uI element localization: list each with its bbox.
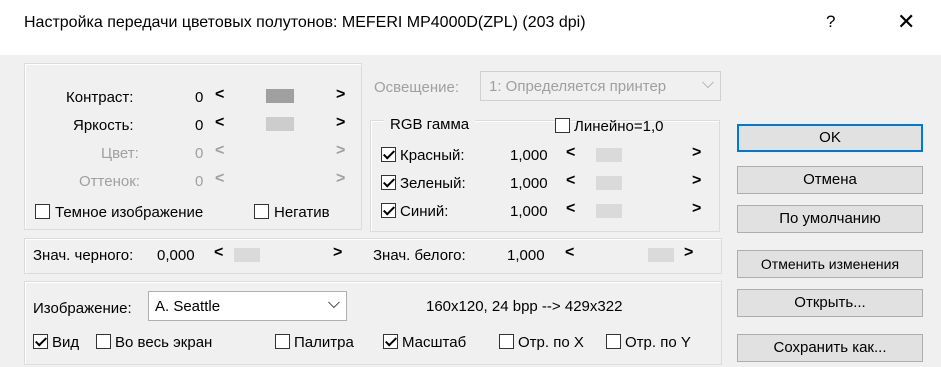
image-select[interactable]: A. Seattle ⌵ xyxy=(148,291,347,321)
hue-label: Оттенок: xyxy=(79,173,140,190)
contrast-label: Контраст: xyxy=(66,89,134,106)
white-level-value: 1,000 xyxy=(507,247,545,264)
brightness-right-arrow[interactable]: > xyxy=(336,114,345,132)
image-info: 160x120, 24 bpp --> 429x322 xyxy=(426,298,623,315)
green-label: Зеленый: xyxy=(400,175,466,192)
red-left-arrow[interactable]: < xyxy=(566,144,575,162)
image-label: Изображение: xyxy=(33,300,132,317)
illumination-value: 1: Определяется принтер xyxy=(489,78,667,95)
white-level-slider-thumb[interactable] xyxy=(648,248,674,262)
black-level-slider-thumb[interactable] xyxy=(234,248,260,262)
undo-changes-button[interactable]: Отменить изменения xyxy=(737,250,923,278)
red-checkbox[interactable] xyxy=(381,147,396,162)
contrast-value: 0 xyxy=(195,89,204,106)
white-level-right-arrow[interactable]: > xyxy=(684,244,693,262)
contrast-right-arrow[interactable]: > xyxy=(336,86,345,104)
flip-x-label: Отр. по X xyxy=(518,334,584,351)
blue-checkbox[interactable] xyxy=(381,203,396,218)
negative-label: Негатив xyxy=(274,204,330,221)
green-right-arrow[interactable]: > xyxy=(692,172,701,190)
cancel-button[interactable]: Отмена xyxy=(737,166,923,194)
negative-checkbox[interactable] xyxy=(254,204,269,219)
palette-label: Палитра xyxy=(294,334,354,351)
red-label: Красный: xyxy=(400,147,465,164)
dark-image-checkbox[interactable] xyxy=(35,204,50,219)
save-as-button[interactable]: Сохранить как... xyxy=(737,334,923,362)
palette-checkbox[interactable] xyxy=(275,334,290,349)
image-group xyxy=(24,281,722,365)
scale-label: Масштаб xyxy=(402,334,467,351)
black-level-value: 0,000 xyxy=(157,247,195,264)
blue-label: Синий: xyxy=(400,203,449,220)
brightness-label: Яркость: xyxy=(73,117,134,134)
default-button[interactable]: По умолчанию xyxy=(737,205,923,233)
illumination-label: Освещение: xyxy=(374,79,459,96)
flip-y-label: Отр. по Y xyxy=(625,334,691,351)
image-selected-value: A. Seattle xyxy=(155,298,221,315)
white-level-left-arrow[interactable]: < xyxy=(565,244,574,262)
window-title: Настройка передачи цветовых полутонов: M… xyxy=(24,14,586,31)
black-level-left-arrow[interactable]: < xyxy=(214,244,223,262)
black-level-label: Знач. черного: xyxy=(33,247,134,264)
dark-image-label: Темное изображение xyxy=(55,204,204,221)
green-checkbox[interactable] xyxy=(381,175,396,190)
blue-slider-thumb[interactable] xyxy=(596,204,622,218)
brightness-left-arrow[interactable]: < xyxy=(215,114,224,132)
view-checkbox[interactable] xyxy=(33,334,48,349)
green-slider-thumb[interactable] xyxy=(596,176,622,190)
help-button[interactable]: ? xyxy=(826,12,835,32)
brightness-value: 0 xyxy=(195,117,204,134)
hue-left-arrow[interactable]: < xyxy=(215,170,224,188)
ok-button[interactable]: OK xyxy=(737,124,923,152)
linear-checkbox[interactable] xyxy=(555,118,570,133)
chevron-down-icon: ⌵ xyxy=(701,75,714,92)
fullscreen-label: Во весь экран xyxy=(115,334,213,351)
view-label: Вид xyxy=(52,334,80,351)
close-button[interactable]: ✕ xyxy=(897,9,915,35)
contrast-slider-thumb[interactable] xyxy=(266,89,294,103)
black-level-right-arrow[interactable]: > xyxy=(333,244,342,262)
red-right-arrow[interactable]: > xyxy=(692,144,701,162)
color-left-arrow[interactable]: < xyxy=(215,142,224,160)
flip-y-checkbox[interactable] xyxy=(606,334,621,349)
open-button[interactable]: Открыть... xyxy=(737,289,923,317)
white-level-label: Знач. белого: xyxy=(373,247,466,264)
red-slider-thumb[interactable] xyxy=(596,148,622,162)
color-label: Цвет: xyxy=(101,145,139,162)
blue-left-arrow[interactable]: < xyxy=(566,200,575,218)
blue-right-arrow[interactable]: > xyxy=(692,200,701,218)
green-left-arrow[interactable]: < xyxy=(566,172,575,190)
scale-checkbox[interactable] xyxy=(383,334,398,349)
linear-label: Линейно=1,0 xyxy=(574,118,664,135)
hue-right-arrow[interactable]: > xyxy=(336,170,345,188)
brightness-slider-thumb[interactable] xyxy=(266,117,294,131)
green-value: 1,000 xyxy=(510,175,548,192)
color-value: 0 xyxy=(195,145,204,162)
color-right-arrow[interactable]: > xyxy=(336,142,345,160)
chevron-down-icon: ⌵ xyxy=(327,295,340,312)
fullscreen-checkbox[interactable] xyxy=(96,334,111,349)
contrast-left-arrow[interactable]: < xyxy=(215,86,224,104)
flip-x-checkbox[interactable] xyxy=(499,334,514,349)
illumination-select[interactable]: 1: Определяется принтер ⌵ xyxy=(480,71,721,101)
hue-value: 0 xyxy=(195,173,204,190)
red-value: 1,000 xyxy=(510,147,548,164)
blue-value: 1,000 xyxy=(510,203,548,220)
rgb-gamma-title: RGB гамма xyxy=(384,116,476,133)
title-bar: Настройка передачи цветовых полутонов: M… xyxy=(0,0,941,55)
